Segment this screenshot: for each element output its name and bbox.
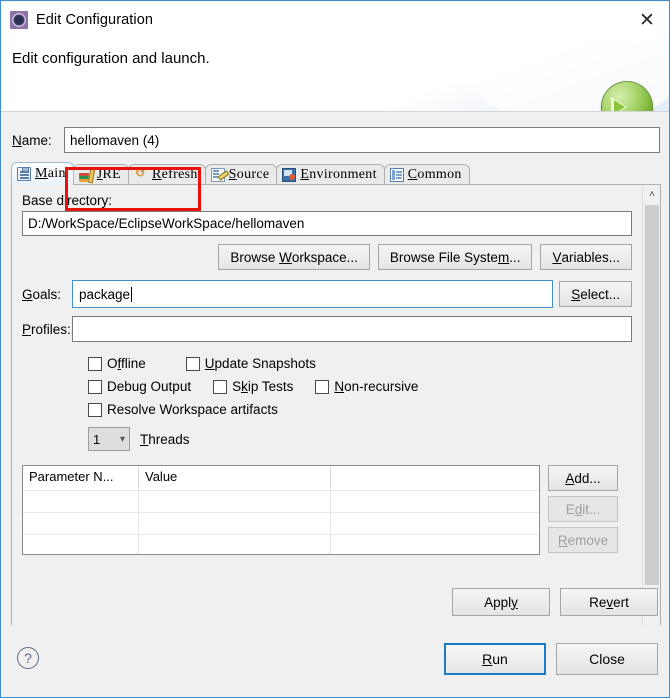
skip-tests-label: Skip Tests [232,379,294,394]
goals-input-value: package [79,286,131,302]
goals-row: Goals: package Select... [22,280,632,308]
dialog-header: Edit configuration and launch. [2,38,669,112]
skip-tests-checkbox[interactable] [213,379,228,394]
header-divider [1,111,669,112]
profiles-label: Profiles: [22,321,71,337]
select-goals-button[interactable]: Select... [559,281,632,307]
dialog-body: Name: hellomaven (4) Main JRE Refresh So… [2,113,669,674]
name-row: Name: hellomaven (4) [12,127,660,153]
tab-main-label: Main [35,166,66,181]
goals-label: Goals: [22,286,62,302]
add-parameter-button[interactable]: Add... [548,465,618,491]
threads-row: 1 ▾ Threads [22,427,632,451]
parameters-table-area: Parameter N... Value A dd... E d it... R… [22,465,632,555]
tab-environment-label: Environment [300,167,377,182]
chevron-down-icon: ▾ [119,433,125,445]
name-label: Name: [12,132,52,148]
apply-button[interactable]: Appl y [452,588,550,616]
column-header-value[interactable]: Value [139,466,331,490]
non-recursive-label: Non-recursive [334,379,419,394]
question-mark-icon[interactable]: ? [17,647,39,669]
column-header-empty[interactable] [331,466,539,490]
edit-parameter-button[interactable]: Ed it... [548,496,618,522]
browse-workspace-button[interactable]: Browse Workspace... [218,244,370,270]
run-button[interactable]: Run [444,643,546,675]
clipboard-icon [17,167,31,181]
offline-checkbox[interactable] [88,356,102,371]
close-button[interactable]: ✕ [624,2,669,38]
non-recursive-checkbox[interactable] [315,379,330,394]
tab-environment[interactable]: Environment [276,164,385,185]
environment-icon [282,168,297,182]
tab-refresh[interactable]: Refresh [128,164,206,185]
options-checkbox-group: Offline Update Snapshots Debug Output Sk… [22,352,632,421]
tab-main[interactable]: Main [11,162,74,185]
close-dialog-button[interactable]: Close [556,643,658,675]
update-snapshots-checkbox[interactable] [185,356,200,371]
column-header-parameter-name[interactable]: Parameter N... [23,466,139,490]
table-row[interactable] [23,534,539,554]
tab-jre-label: JRE [96,167,122,182]
tab-source[interactable]: Source [204,164,278,185]
dialog-footer: ? Run Close [2,625,669,696]
parameter-action-buttons: Add... Ed it... Remove [548,465,618,553]
window-title: Edit Configuration [36,12,154,28]
parameters-table[interactable]: Parameter N... Value [22,465,540,555]
browse-file-system-button[interactable]: Browse File Syste m... [377,244,533,270]
tab-common-label: Common [407,167,462,182]
tab-jre[interactable]: JRE [72,164,130,185]
checkbox-line-1: Offline Update Snapshots [88,352,632,375]
threads-dropdown[interactable]: 1 ▾ [88,427,130,451]
tab-source-label: Source [228,167,270,182]
refresh-icon [134,165,148,182]
variables-button[interactable]: Variables... [540,244,632,270]
profiles-input[interactable] [72,316,632,342]
debug-output-label: Debug Output [107,379,192,394]
tab-refresh-label: Refresh [152,167,198,182]
threads-value: 1 [93,431,101,447]
name-input-value: hellomaven (4) [70,132,160,148]
gear-icon [10,11,28,29]
source-edit-icon [210,168,225,182]
threads-label: Threads [140,431,190,447]
scroll-up-arrow-icon[interactable]: ˄ [643,185,660,203]
base-directory-input[interactable]: D:/WorkSpace/EclipseWorkSpace/hellomaven [22,211,632,236]
tab-strip: Main JRE Refresh Source Environment Comm… [11,162,661,185]
browse-button-row: Browse Workspace... Browse File Syste m..… [22,244,632,270]
base-directory-value: D:/WorkSpace/EclipseWorkSpace/hellomaven [28,216,305,231]
table-row[interactable] [23,512,539,534]
table-row[interactable] [23,490,539,512]
resolve-workspace-artifacts-checkbox[interactable] [88,402,102,417]
name-input[interactable]: hellomaven (4) [64,127,660,153]
text-caret [131,286,133,302]
remove-parameter-button[interactable]: Remove [548,527,618,553]
base-directory-label: Base directory: [22,193,113,208]
footer-button-row: Run Close [444,643,658,675]
scrollbar-thumb[interactable] [645,205,659,585]
resolve-workspace-artifacts-label: Resolve Workspace artifacts [107,402,278,417]
common-icon [389,168,404,182]
checkbox-line-3: Resolve Workspace artifacts [88,398,632,421]
apply-revert-row: Appl y Re v ert [452,588,658,616]
edit-configuration-dialog: Edit Configuration ✕ Edit configuration … [0,0,670,698]
table-header-row: Parameter N... Value [23,466,539,490]
header-subtitle: Edit configuration and launch. [12,50,210,67]
revert-button[interactable]: Re v ert [560,588,658,616]
update-snapshots-label: Update Snapshots [204,356,316,371]
tab-common[interactable]: Common [383,164,470,185]
profiles-row: Profiles: [22,316,632,342]
offline-label: Offline [107,356,146,371]
title-bar: Edit Configuration ✕ [2,2,669,38]
goals-input[interactable]: package [72,280,554,308]
debug-output-checkbox[interactable] [88,379,102,394]
books-icon [78,168,93,182]
checkbox-line-2: Debug Output Skip Tests Non-recursive [88,375,632,398]
